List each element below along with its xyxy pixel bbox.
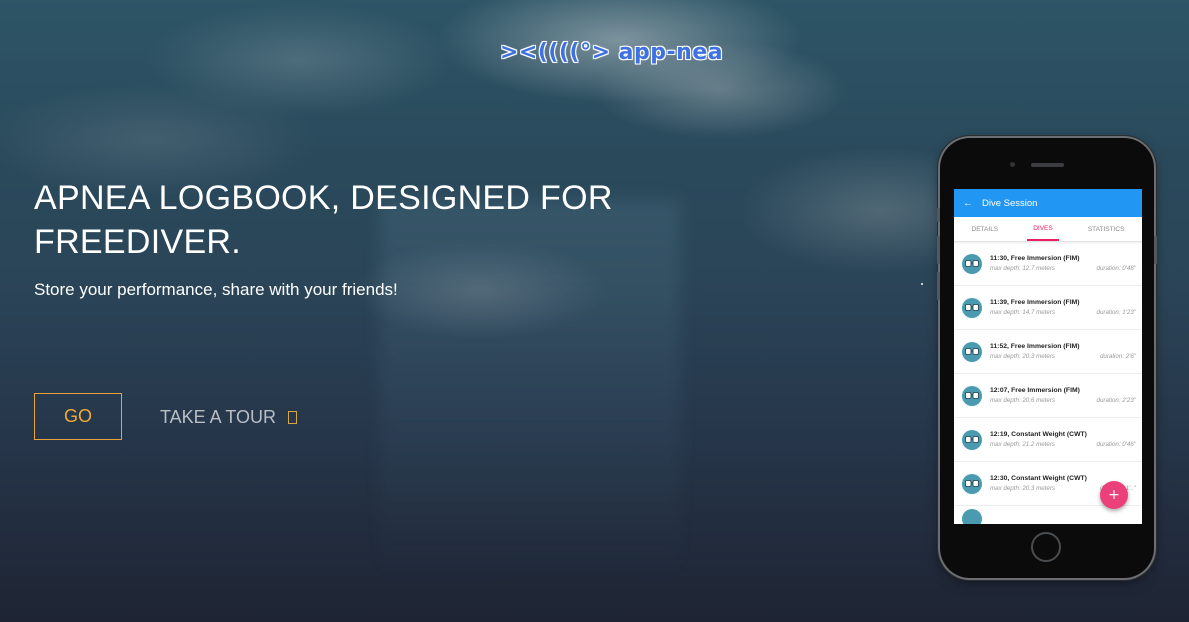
diving-mask-icon <box>962 473 982 494</box>
take-a-tour-label: TAKE A TOUR <box>160 406 277 427</box>
dive-list: 11:30, Free Immersion (FIM) max depth: 1… <box>954 242 1142 524</box>
dive-depth: max depth: 21.2 meters <box>990 441 1056 448</box>
dive-depth: max depth: 20.6 meters <box>990 397 1056 404</box>
dive-title: 11:52, Free Immersion (FIM) <box>990 343 1080 350</box>
app-logo[interactable]: ><((((°> app-nea <box>500 40 723 65</box>
dive-title: 12:30, Constant Weight (CWT) <box>990 475 1087 482</box>
tab-statistics[interactable]: STATISTICS <box>1082 217 1131 241</box>
phone-mockup: ← Dive Session DETAILS DIVES STATISTICS … <box>937 138 1157 578</box>
diving-mask-icon <box>962 509 982 524</box>
phone-screen: ← Dive Session DETAILS DIVES STATISTICS … <box>954 189 1142 524</box>
plus-icon: + <box>1108 487 1120 503</box>
diving-mask-icon <box>962 429 982 450</box>
phone-camera <box>1010 162 1015 167</box>
arrow-back-icon[interactable]: ← <box>954 198 982 209</box>
list-item[interactable]: 11:30, Free Immersion (FIM) max depth: 1… <box>954 242 1142 286</box>
diving-mask-icon <box>962 253 982 274</box>
dive-title: 12:19, Constant Weight (CWT) <box>990 431 1087 438</box>
page-subtitle: Store your performance, share with your … <box>34 280 398 299</box>
tab-dives[interactable]: DIVES <box>1027 217 1059 241</box>
dive-depth: max depth: 20.3 meters <box>990 353 1056 360</box>
tab-bar: DETAILS DIVES STATISTICS <box>954 217 1142 242</box>
dive-title: 12:07, Free Immersion (FIM) <box>990 387 1080 394</box>
dive-depth: max depth: 12.7 meters <box>990 265 1056 272</box>
dive-duration: duration: 0'46" <box>1096 441 1137 448</box>
decorative-dot <box>921 283 923 285</box>
phone-power-button <box>1154 236 1157 264</box>
dive-duration: duration: 2'23" <box>1096 397 1137 404</box>
dive-depth: max depth: 14.7 meters <box>990 309 1056 316</box>
take-a-tour-link[interactable]: TAKE A TOUR <box>160 405 298 429</box>
phone-mute-switch <box>937 208 940 222</box>
dive-duration: duration: 0'48" <box>1096 265 1137 272</box>
app-bar-title: Dive Session <box>982 197 1038 209</box>
list-item[interactable]: 12:19, Constant Weight (CWT) max depth: … <box>954 418 1142 462</box>
list-item[interactable]: 11:52, Free Immersion (FIM) max depth: 2… <box>954 330 1142 374</box>
tab-details[interactable]: DETAILS <box>966 217 1005 241</box>
list-item[interactable]: 12:07, Free Immersion (FIM) max depth: 2… <box>954 374 1142 418</box>
diving-mask-icon <box>962 297 982 318</box>
dive-title: 11:30, Free Immersion (FIM) <box>990 255 1080 262</box>
diving-mask-icon <box>962 385 982 406</box>
app-bar: ← Dive Session <box>954 189 1142 217</box>
diving-mask-icon <box>962 341 982 362</box>
dive-duration: duration: 2'6" <box>1099 353 1136 360</box>
page-title: APNEA LOGBOOK, DESIGNED FOR FREEDIVER. <box>34 179 613 261</box>
add-dive-button[interactable]: + <box>1100 481 1128 509</box>
go-button[interactable]: GO <box>34 393 122 440</box>
dive-title: 11:39, Free Immersion (FIM) <box>990 299 1080 306</box>
phone-volume-down <box>937 272 940 300</box>
dive-duration: duration: 1'23" <box>1096 309 1137 316</box>
dive-depth: max depth: 20.3 meters <box>990 485 1056 492</box>
square-icon <box>288 410 298 424</box>
phone-speaker <box>1031 163 1064 167</box>
list-item[interactable]: 11:39, Free Immersion (FIM) max depth: 1… <box>954 286 1142 330</box>
phone-home-button <box>1031 532 1061 562</box>
phone-volume-up <box>937 236 940 264</box>
